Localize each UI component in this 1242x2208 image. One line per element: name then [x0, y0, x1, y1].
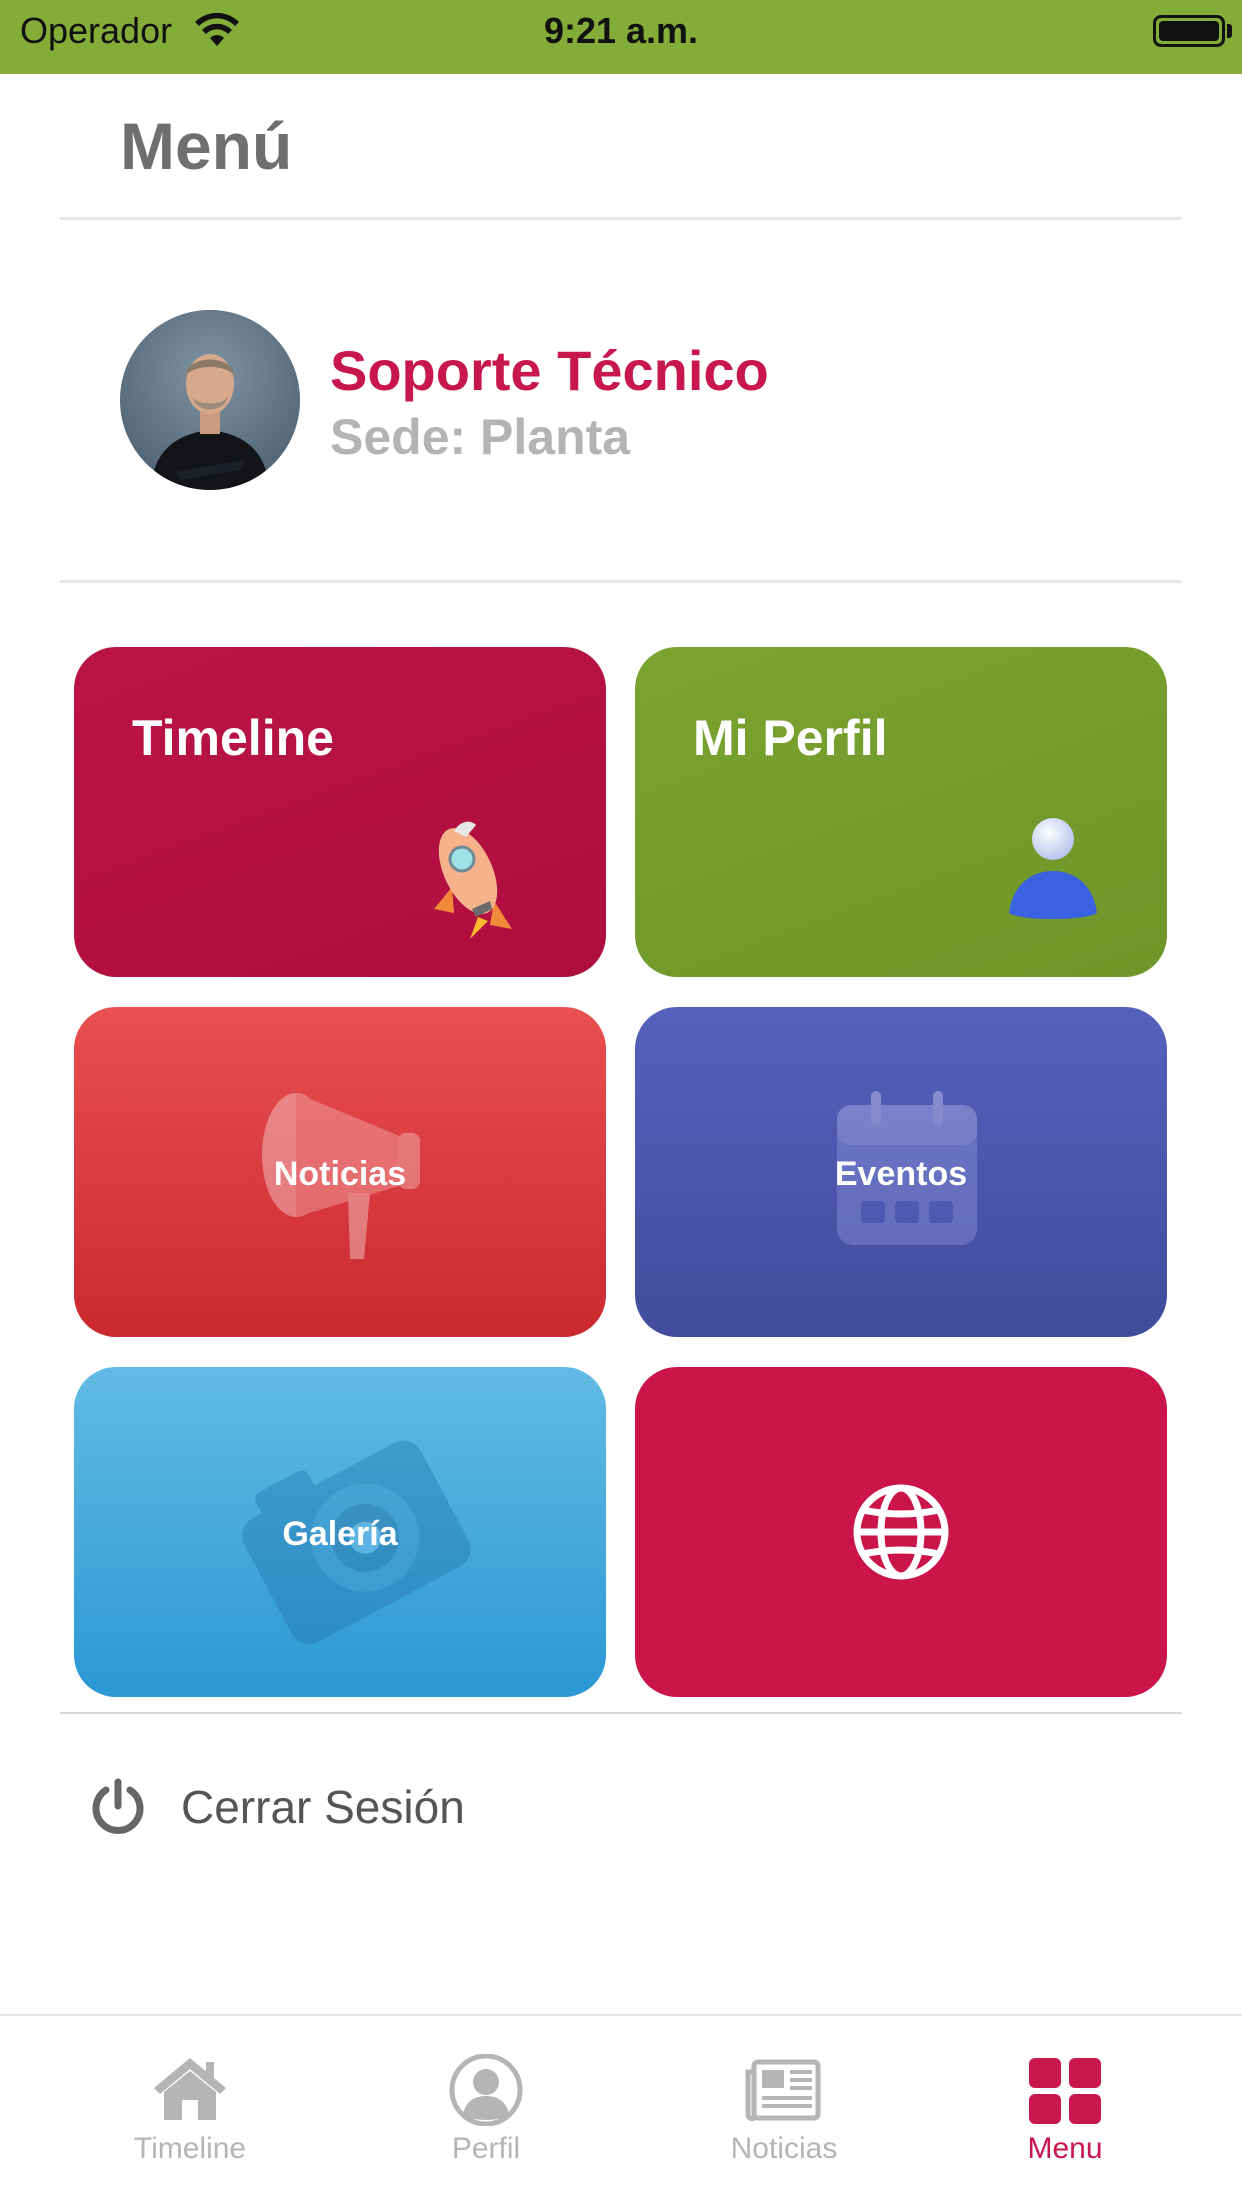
battery-nub	[1227, 24, 1232, 38]
person-icon	[1009, 818, 1097, 919]
tile-timeline[interactable]: Timeline	[74, 647, 606, 977]
user-photo-icon	[120, 310, 300, 490]
grid-icon	[1029, 2058, 1101, 2124]
header-divider	[60, 217, 1182, 220]
tile-label: Galería	[282, 1515, 398, 1553]
tile-label: Noticias	[273, 1155, 407, 1193]
page-title: Menú	[120, 109, 293, 183]
logout-button[interactable]: Cerrar Sesión	[60, 1740, 1182, 1870]
tile-noticias[interactable]: Noticias	[74, 1007, 606, 1337]
tile-web[interactable]	[635, 1367, 1167, 1697]
tab-perfil[interactable]: Perfil	[356, 2016, 616, 2208]
tab-label: Menu	[1027, 2132, 1103, 2165]
tiles-divider	[60, 1712, 1182, 1714]
tile-galeria[interactable]: Galería	[74, 1367, 606, 1697]
user-circle-icon	[449, 2054, 523, 2126]
profile-name: Soporte Técnico	[330, 339, 769, 402]
tab-noticias[interactable]: Noticias	[654, 2016, 914, 2208]
globe-icon	[853, 1484, 949, 1580]
tile-mi-perfil[interactable]: Mi Perfil	[635, 647, 1167, 977]
tab-timeline[interactable]: Timeline	[60, 2016, 320, 2208]
power-icon	[92, 1778, 144, 1834]
tab-label: Perfil	[451, 2132, 521, 2165]
tile-eventos[interactable]: Eventos	[635, 1007, 1167, 1337]
tile-label: Eventos	[834, 1155, 968, 1193]
status-time: 9:21 a.m.	[543, 10, 699, 51]
tab-label: Noticias	[730, 2132, 838, 2165]
profile-site: Sede: Planta	[330, 409, 631, 465]
tile-label: Mi Perfil	[693, 710, 888, 766]
tab-bar: Timeline Perfil Noticias Menu	[0, 2014, 1242, 2208]
logout-label: Cerrar Sesión	[181, 1781, 465, 1833]
rocket-icon	[434, 821, 512, 939]
home-icon	[154, 2058, 226, 2120]
tab-menu[interactable]: Menu	[935, 2016, 1195, 2208]
battery-icon	[1153, 15, 1225, 47]
newspaper-icon	[745, 2059, 821, 2122]
tile-label: Timeline	[132, 710, 334, 766]
profile-divider	[60, 580, 1182, 583]
status-bar: Operador 9:21 a.m.	[0, 0, 1242, 74]
tab-label: Timeline	[133, 2132, 247, 2165]
avatar	[120, 310, 300, 490]
